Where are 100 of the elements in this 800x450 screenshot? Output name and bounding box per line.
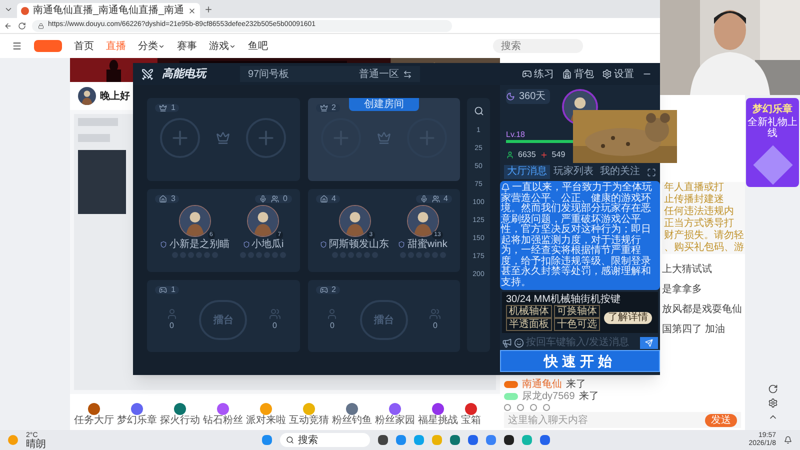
promo-subtitle: 全新礼物上线 — [746, 117, 798, 139]
score: 0 — [170, 320, 174, 332]
toolbar-button[interactable]: 背包 — [562, 66, 594, 82]
toolbar-button[interactable]: 练习 — [522, 66, 554, 82]
player-name: 小新是之别瞄 — [169, 239, 230, 250]
close-icon[interactable] — [188, 6, 196, 14]
chat-message: 是拿拿多 — [662, 282, 703, 297]
nav-item[interactable]: 赛事 — [177, 38, 197, 54]
taskbar-search[interactable]: 搜索 — [280, 433, 370, 447]
nav-item[interactable]: 分类 — [138, 38, 165, 54]
logo-icon — [141, 68, 154, 80]
player-icon — [326, 308, 338, 320]
user-badge — [504, 392, 518, 400]
bell-icon — [501, 183, 510, 192]
player-avatar[interactable] — [247, 205, 280, 237]
browser-tab[interactable]: 南通龟仙直播_南通龟仙直播_南通 — [17, 3, 200, 18]
megaphone-icon[interactable] — [502, 338, 512, 348]
room-number: 3 — [171, 195, 176, 203]
send-icon — [645, 338, 653, 347]
arena-emblem: 擂台 — [360, 300, 408, 340]
caret-icon — [158, 42, 165, 50]
history-icon[interactable] — [768, 384, 778, 394]
chat-message: 来了 — [566, 378, 586, 390]
favicon-icon — [21, 6, 29, 14]
lock-icon — [38, 22, 44, 28]
gift-icon — [131, 403, 143, 415]
tab-list-icon[interactable] — [4, 5, 13, 14]
score: 0 — [433, 320, 438, 332]
rules-text: 、购买礼包码、游 — [664, 242, 745, 254]
settings-icon[interactable] — [768, 398, 778, 408]
notice-text: 一直以来，平台致力于为全体玩家营造公平、公正、健康的游戏环境。然而我们发现部分玩家存在恶意刷级问题，严重破坏游戏公平性，官方坚决反对这种行为；即日起将加强监测力度，对于违规行为，一经查实将根据情节严重程度，给予扣除违规等级、限制登录甚至永久封禁等处罚，感谢理解和支持。 — [501, 183, 653, 288]
player-name: 甜蜜wink — [407, 239, 448, 250]
gift-icon — [174, 403, 186, 415]
score: 0 — [272, 320, 277, 332]
back-icon[interactable] — [4, 22, 12, 30]
nav-item[interactable]: 鱼吧 — [248, 38, 268, 54]
player-count: 4 — [444, 195, 448, 203]
player-count: 0 — [283, 195, 288, 203]
switch-icon[interactable] — [403, 70, 412, 78]
create-room-button[interactable]: 创建房间 — [349, 98, 419, 111]
player-avatar[interactable] — [406, 205, 439, 237]
gift-icon — [389, 403, 401, 415]
rules-text: 财产损失。请勿轻 — [664, 230, 745, 242]
search-icon[interactable] — [474, 106, 484, 116]
room-icon — [320, 104, 328, 112]
gift-item[interactable]: 宝箱 — [461, 403, 481, 426]
details-button[interactable]: 了解详情 — [604, 312, 652, 324]
tab[interactable]: 我的关注 — [596, 165, 643, 179]
caret-icon — [229, 42, 236, 50]
chat-message: 国第四了 加油 — [662, 322, 726, 337]
room-card[interactable]: 2 0 擂台 0 — [308, 280, 460, 352]
players-icon — [432, 195, 440, 203]
nav-item[interactable]: 首页 — [74, 38, 94, 54]
gift-item[interactable]: 互动竞猜 — [289, 403, 329, 426]
gift-item[interactable]: 梦幻乐章 — [117, 403, 157, 426]
expand-icon[interactable] — [646, 168, 656, 176]
players-icon — [429, 308, 442, 320]
reload-icon[interactable] — [18, 22, 26, 30]
quick-start-button[interactable]: 快速开始 — [500, 350, 660, 372]
gift-item[interactable]: 福星挑战 — [418, 403, 458, 426]
gift-icon — [303, 403, 315, 415]
player-name: 阿斯顿发山东 — [329, 239, 390, 250]
gift-item[interactable]: 探火行动 — [160, 403, 200, 426]
weather-label: 晴朗 — [26, 440, 46, 450]
moon-icon — [506, 92, 515, 101]
player-avatar[interactable] — [178, 205, 211, 237]
score: 0 — [330, 320, 334, 332]
search-field[interactable]: 搜索 — [493, 39, 583, 53]
weather-icon — [8, 435, 18, 445]
gift-item[interactable]: 派对来啦 — [246, 403, 286, 426]
gift-item[interactable]: 任务大厅 — [74, 403, 114, 426]
promo-card[interactable]: 梦幻乐章 全新礼物上线 — [746, 98, 799, 187]
backpack-icon — [562, 69, 572, 79]
start-icon[interactable] — [262, 435, 272, 445]
gift-item[interactable]: 粉丝家园 — [375, 403, 415, 426]
mic-icon — [420, 195, 428, 203]
notification-icon[interactable] — [784, 436, 792, 444]
nav-item[interactable]: 游戏 — [209, 38, 236, 54]
gift-item[interactable]: 钻石粉丝 — [203, 403, 243, 426]
gift-item[interactable]: 粉丝钓鱼 — [332, 403, 372, 426]
send-button[interactable] — [640, 336, 658, 349]
stat-value: 6635 — [518, 149, 536, 161]
new-tab-icon[interactable] — [204, 5, 214, 14]
zone-label[interactable]: 普通一区 — [359, 66, 399, 82]
level-label: Lv.18 — [506, 130, 526, 140]
tab[interactable]: 大厅消息 — [504, 165, 550, 179]
gift-icon — [260, 403, 272, 415]
chat-message: 上大猜试试 — [662, 262, 713, 277]
room-icon — [320, 195, 328, 203]
toolbar-button[interactable]: 设置 — [602, 66, 634, 82]
gift-icon — [432, 403, 444, 415]
menu-icon[interactable] — [12, 41, 22, 51]
chat-input[interactable]: 按回车键输入/发送消息 — [526, 335, 638, 350]
player-avatar[interactable] — [338, 205, 371, 237]
players-icon — [271, 195, 280, 203]
tab[interactable]: 玩家列表 — [550, 165, 597, 179]
room-icon — [320, 286, 328, 294]
rank-icon — [242, 241, 250, 248]
room-card[interactable]: 1 0 擂台 0 — [147, 280, 300, 352]
emoji-icon[interactable] — [514, 338, 524, 348]
